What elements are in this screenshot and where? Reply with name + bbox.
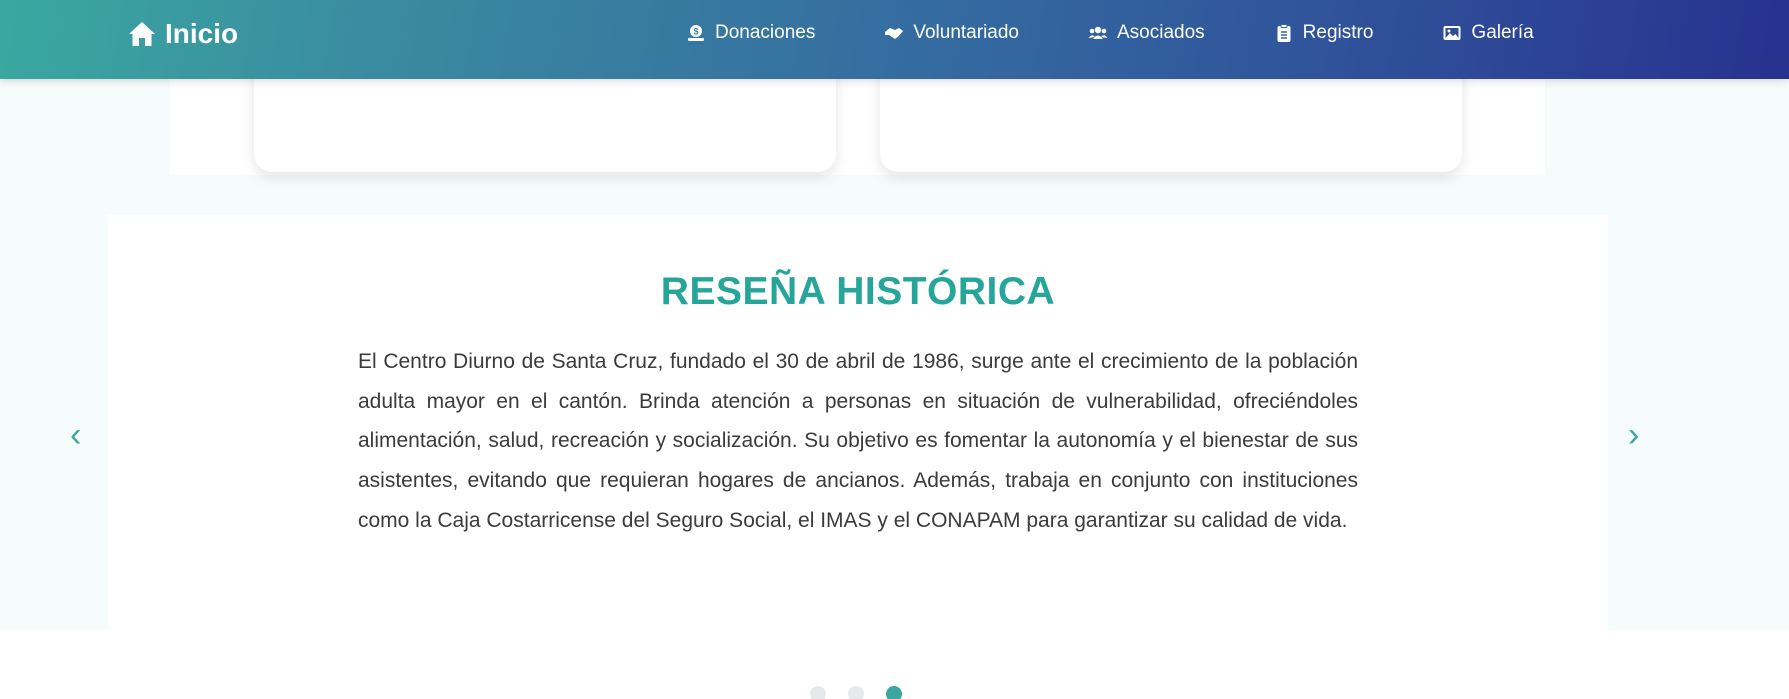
handshake-icon [885,28,904,39]
nav-label: Voluntariado [913,22,1019,43]
nav-asociados[interactable]: Asociados [1088,22,1205,44]
nav-registro[interactable]: Registro [1274,22,1374,44]
nav-label: Asociados [1117,22,1205,43]
carousel-prev-button[interactable]: ‹ [70,418,81,452]
slide-text: El Centro Diurno de Santa Cruz, fundado … [358,350,1358,532]
nav-donaciones[interactable]: $ Donaciones [686,22,815,44]
carousel-dot[interactable] [848,686,864,699]
slide-title: RESEÑA HISTÓRICA [660,270,1056,313]
home-icon [129,22,155,46]
svg-text:$: $ [693,27,698,37]
brand-label: Inicio [165,18,239,49]
carousel-dot[interactable] [810,686,826,699]
clipboard-icon [1277,24,1291,42]
users-icon [1088,26,1108,39]
nav-galeria[interactable]: Galería [1442,22,1534,44]
carousel-dot[interactable] [886,686,902,699]
carousel-indicators [810,686,902,699]
main-nav: $ Donaciones Voluntariado Asociados Regi… [686,22,1534,44]
carousel-next-button[interactable]: › [1628,418,1639,452]
carousel-slide: RESEÑA HISTÓRICA El Centro Diurno de San… [108,215,1608,630]
upper-panel [170,59,1545,175]
nav-voluntariado[interactable]: Voluntariado [884,22,1019,44]
top-navbar: Inicio $ Donaciones Voluntariado Asociad… [0,0,1789,79]
nav-label: Galería [1471,22,1534,43]
nav-label: Registro [1302,22,1374,43]
nav-label: Donaciones [715,22,816,43]
donation-icon: $ [688,25,704,41]
brand-home-link[interactable]: Inicio [127,18,238,50]
image-icon [1443,26,1461,40]
